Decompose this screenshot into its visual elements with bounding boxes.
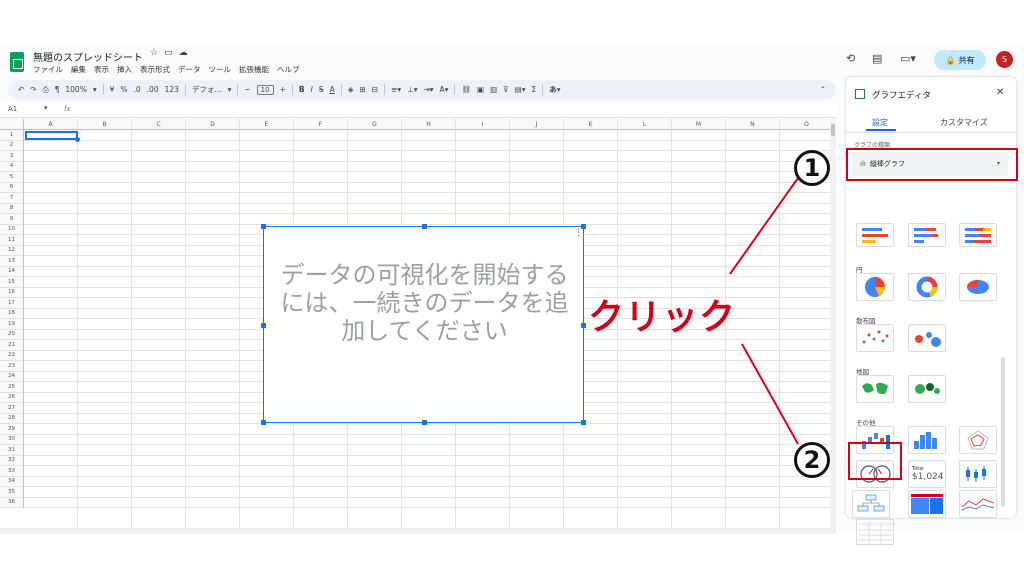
- annotation-arrows: [729, 177, 799, 445]
- arrow-line-1: [729, 177, 799, 275]
- click-label: クリック: [588, 297, 737, 338]
- arrow-line-2: [741, 343, 799, 445]
